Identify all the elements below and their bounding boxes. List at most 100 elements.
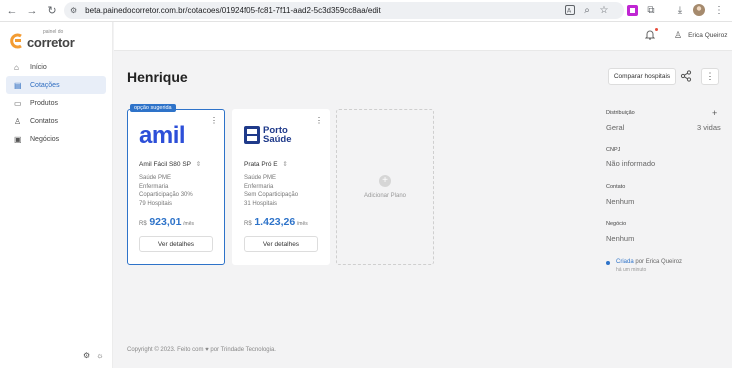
card-menu-icon[interactable]: ⋮ xyxy=(210,116,218,125)
activity-time: há um minuto xyxy=(616,267,647,273)
activity-item: Criada por Erica Queiroz há um minuto xyxy=(606,259,682,273)
user-name: Erica Queiroz xyxy=(688,32,728,39)
deal-value[interactable]: Nenhum xyxy=(606,234,634,243)
sidebar-item-negocios[interactable]: ▣ Negócios xyxy=(6,130,106,148)
browser-menu-icon[interactable]: ⋮ xyxy=(712,3,726,17)
add-distribution-icon[interactable]: + xyxy=(712,108,717,118)
page-title: Henrique xyxy=(127,69,188,85)
activity-line: Criada por Erica Queiroz xyxy=(616,259,682,265)
svg-text:A: A xyxy=(567,8,572,15)
add-plan-card[interactable]: + Adicionar Plano xyxy=(336,109,434,265)
sidebar-item-label: Contatos xyxy=(30,117,59,125)
contact-label: Contato xyxy=(606,184,626,190)
sidebar-footer: ⚙ ☼ xyxy=(83,351,104,360)
settings-gear-icon[interactable]: ⚙ xyxy=(83,351,90,360)
sidebar-item-label: Início xyxy=(30,63,47,71)
reload-icon[interactable]: ↻ xyxy=(44,3,60,19)
sort-chevron-icon: ⇕ xyxy=(282,161,288,168)
card-menu-icon[interactable]: ⋮ xyxy=(315,116,323,125)
notification-dot xyxy=(655,28,658,31)
forward-icon[interactable]: → xyxy=(24,3,40,19)
translate-icon[interactable]: A xyxy=(563,3,577,17)
price-period: /mês xyxy=(183,221,194,227)
sidebar-item-contatos[interactable]: ♙ Contatos xyxy=(6,112,106,130)
plan-detail-line: Coparticipação 30% xyxy=(139,192,193,198)
add-plan-label: Adicionar Plano xyxy=(363,193,407,199)
profile-avatar-icon[interactable] xyxy=(692,3,706,17)
address-bar[interactable]: ⚙ beta.painedocorretor.com.br/cotacoes/0… xyxy=(64,2,624,19)
notification-bell-icon[interactable] xyxy=(644,28,658,43)
add-plus-icon: + xyxy=(379,175,391,187)
sidebar-item-produtos[interactable]: ▭ Produtos xyxy=(6,94,106,112)
contact-value[interactable]: Nenhum xyxy=(606,197,634,206)
suggested-badge: opção sugerida xyxy=(130,104,176,112)
plan-detail-line: 31 Hospitais xyxy=(244,200,278,207)
porto-saude-logo: Porto Saúde xyxy=(244,126,292,144)
view-details-button[interactable]: Ver detalhes xyxy=(244,236,318,252)
plan-name[interactable]: Prata Pró E ⇕ xyxy=(244,160,288,168)
view-details-button[interactable]: Ver detalhes xyxy=(139,236,213,252)
logo-name: corretor xyxy=(27,35,75,50)
plan-price: R$ 923,01 /mês xyxy=(139,216,194,228)
porto-logo-line2: Saúde xyxy=(263,134,292,145)
footer-copyright: Copyright © 2023. Feito com ♥ por Trinda… xyxy=(127,347,276,353)
plan-detail-line: 79 Hospitais xyxy=(139,200,173,207)
distribution-geral: Geral xyxy=(606,123,625,132)
sort-chevron-icon: ⇕ xyxy=(195,161,202,168)
quotes-icon: ▤ xyxy=(14,80,22,90)
plan-price: R$ 1.423,26 /mês xyxy=(244,216,308,228)
more-options-icon[interactable]: ⋮ xyxy=(701,68,719,85)
cnpj-label: CNPJ xyxy=(606,147,621,153)
extension-icon[interactable] xyxy=(625,3,639,17)
back-icon[interactable]: ← xyxy=(4,3,20,19)
puzzle-icon[interactable]: ⧉ xyxy=(644,3,658,17)
distribution-lives: 3 vidas xyxy=(697,123,721,132)
browser-toolbar: ← → ↻ ⚙ beta.painedocorretor.com.br/cota… xyxy=(0,0,732,22)
top-bar: ♙ Erica Queiroz xyxy=(114,22,732,51)
theme-sun-icon[interactable]: ☼ xyxy=(96,351,103,360)
deal-label: Negócio xyxy=(606,221,627,227)
sidebar: painel do corretor ⌂ Início ▤ Cotações ▭… xyxy=(0,22,113,368)
plan-card-porto[interactable]: ⋮ Porto Saúde Prata Pró E ⇕ Saúde PME En… xyxy=(232,109,330,265)
cnpj-value[interactable]: Não informado xyxy=(606,159,655,168)
price-period: /mês xyxy=(296,221,308,227)
url-text: beta.painedocorretor.com.br/cotacoes/019… xyxy=(85,6,381,15)
contacts-icon: ♙ xyxy=(14,116,22,126)
distribution-label: Distribuição xyxy=(606,110,635,116)
download-icon[interactable]: ⤓ xyxy=(673,3,687,17)
porto-logo-icon xyxy=(244,126,260,144)
price-value: 923,01 xyxy=(149,216,182,228)
plan-detail-line: Enfermaria xyxy=(244,183,274,190)
plan-details: Saúde PME Enfermaria Sem Coparticipação … xyxy=(244,174,298,208)
activity-author: por Erica Queiroz xyxy=(635,259,683,265)
site-info-icon[interactable]: ⚙ xyxy=(70,6,77,15)
zoom-icon[interactable]: ⌕ xyxy=(580,3,594,17)
plan-detail-line: Sem Coparticipação xyxy=(244,192,299,198)
sidebar-menu: ⌂ Início ▤ Cotações ▭ Produtos ♙ Contato… xyxy=(6,58,106,148)
user-menu[interactable]: ♙ Erica Queiroz xyxy=(674,30,727,41)
plan-card-amil[interactable]: opção sugerida ⋮ amil Amil Fácil S80 SP … xyxy=(127,104,225,265)
activity-dot xyxy=(606,261,610,265)
sidebar-item-label: Produtos xyxy=(30,99,59,107)
price-currency: R$ xyxy=(139,221,147,227)
bookmark-star-icon[interactable]: ☆ xyxy=(597,3,611,17)
plan-name-text: Amil Fácil S80 SP xyxy=(139,161,191,168)
sidebar-item-cotacoes[interactable]: ▤ Cotações xyxy=(6,76,106,94)
plan-detail-line: Saúde PME xyxy=(139,175,172,181)
sidebar-item-label: Negócios xyxy=(30,135,60,143)
logo[interactable]: painel do corretor xyxy=(10,30,75,51)
sidebar-item-inicio[interactable]: ⌂ Início xyxy=(6,58,106,76)
amil-logo: amil xyxy=(139,122,186,149)
plan-detail-line: Enfermaria xyxy=(139,183,169,190)
logo-icon xyxy=(10,33,22,48)
activity-action: Criada xyxy=(616,259,634,265)
products-icon: ▭ xyxy=(14,98,22,108)
price-currency: R$ xyxy=(244,221,252,227)
briefcase-icon: ▣ xyxy=(14,134,22,144)
plan-details: Saúde PME Enfermaria Coparticipação 30% … xyxy=(139,174,193,208)
user-avatar-icon: ♙ xyxy=(674,30,683,40)
price-value: 1.423,26 xyxy=(254,216,296,228)
plan-name[interactable]: Amil Fácil S80 SP ⇕ xyxy=(139,160,201,168)
share-icon[interactable] xyxy=(680,70,692,84)
compare-hospitals-button[interactable]: Comparar hospitais xyxy=(608,68,676,85)
